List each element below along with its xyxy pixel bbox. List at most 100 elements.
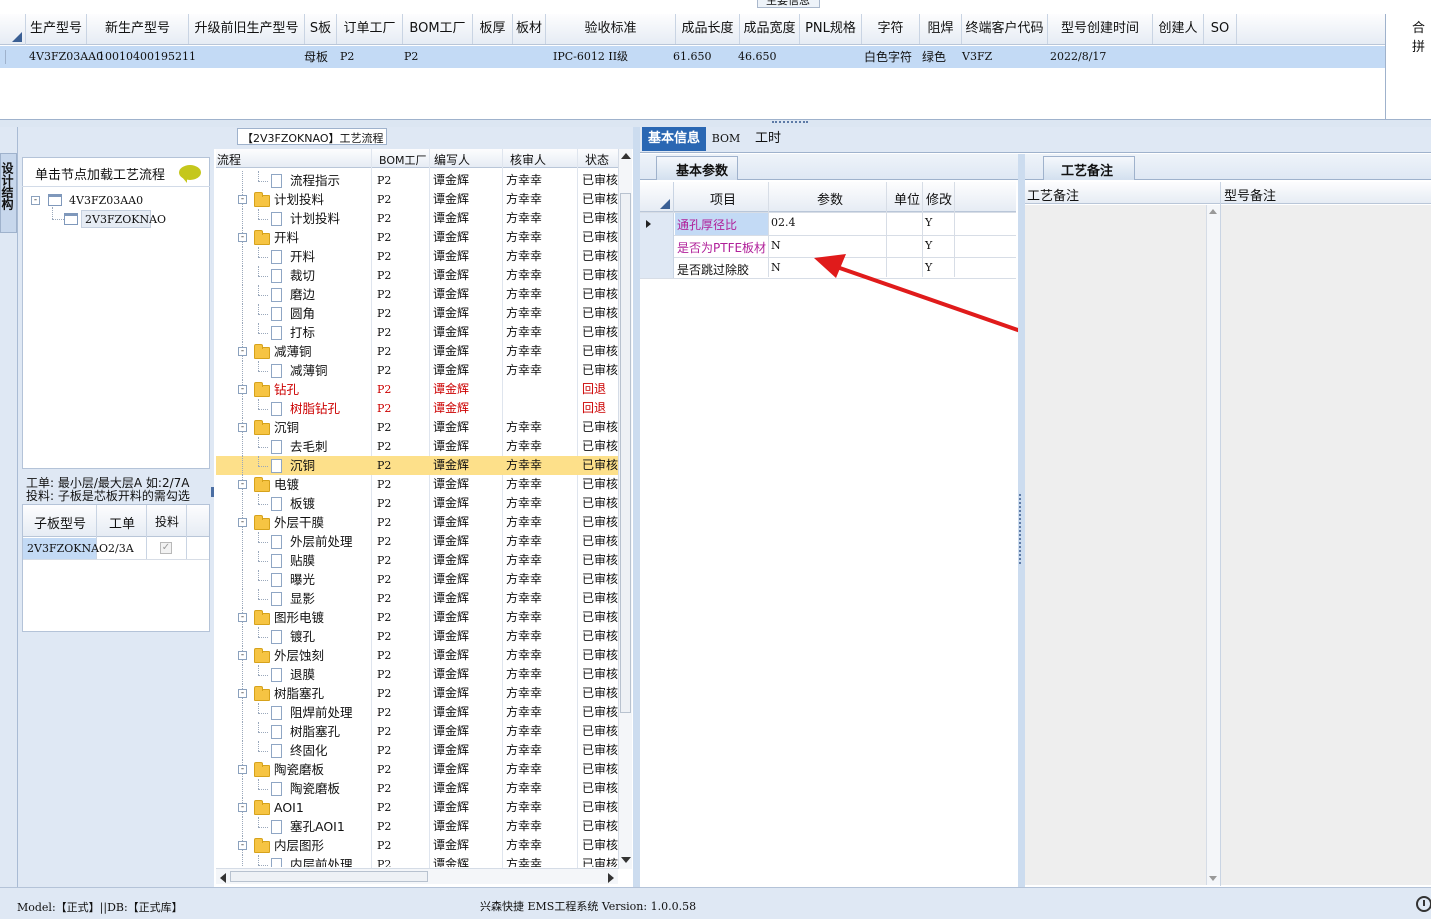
flow-row[interactable]: 退膜 P2 谭金辉 方幸幸 已审核 xyxy=(216,665,618,684)
expand-toggle[interactable]: - xyxy=(238,803,247,812)
param-item-cell[interactable]: 是否为PTFE板材 xyxy=(677,239,766,256)
flow-vertical-scrollbar[interactable] xyxy=(618,149,632,869)
flow-row[interactable]: 计划投料 P2 谭金辉 方幸幸 已审核 xyxy=(216,209,618,228)
expand-toggle[interactable]: - xyxy=(238,841,247,850)
flow-row[interactable]: - 钻孔 P2 谭金辉 回退 xyxy=(216,380,618,399)
top-col-header[interactable]: 成品长度 xyxy=(676,14,740,44)
flow-row[interactable]: - AOI1 P2 谭金辉 方幸幸 已审核 xyxy=(216,798,618,817)
flow-row[interactable]: 裁切 P2 谭金辉 方幸幸 已审核 xyxy=(216,266,618,285)
top-col-header[interactable]: S板 xyxy=(305,14,337,44)
expand-toggle[interactable]: - xyxy=(238,195,247,204)
top-col-header[interactable]: 新生产型号 xyxy=(87,14,189,44)
model-notes-area[interactable] xyxy=(1221,205,1431,885)
top-col-header[interactable]: SO xyxy=(1204,14,1237,44)
expand-toggle[interactable]: - xyxy=(238,689,247,698)
flow-row[interactable]: - 图形电镀 P2 谭金辉 方幸幸 已审核 xyxy=(216,608,618,627)
flow-row[interactable]: 显影 P2 谭金辉 方幸幸 已审核 xyxy=(216,589,618,608)
flow-row[interactable]: 塞孔AOI1 P2 谭金辉 方幸幸 已审核 xyxy=(216,817,618,836)
flow-bom-cell: P2 xyxy=(377,307,392,320)
top-col-header[interactable]: 终端客户代码 xyxy=(962,14,1048,44)
vertical-tab-design[interactable]: 设计结构 xyxy=(0,153,17,233)
flow-row[interactable]: 沉铜 P2 谭金辉 方幸幸 已审核 xyxy=(216,456,618,475)
flow-row[interactable]: 内层前处理 P2 谭金辉 方幸幸 已审核 xyxy=(216,855,618,867)
flow-row[interactable]: - 外层干膜 P2 谭金辉 方幸幸 已审核 xyxy=(216,513,618,532)
flow-row[interactable]: 镀孔 P2 谭金辉 方幸幸 已审核 xyxy=(216,627,618,646)
flow-row[interactable]: 开料 P2 谭金辉 方幸幸 已审核 xyxy=(216,247,618,266)
flow-row[interactable]: 陶瓷磨板 P2 谭金辉 方幸幸 已审核 xyxy=(216,779,618,798)
top-col-header[interactable]: 成品宽度 xyxy=(740,14,800,44)
flow-row[interactable]: - 外层蚀刻 P2 谭金辉 方幸幸 已审核 xyxy=(216,646,618,665)
expand-toggle[interactable]: - xyxy=(238,480,247,489)
flow-row[interactable]: 阻焊前处理 P2 谭金辉 方幸幸 已审核 xyxy=(216,703,618,722)
param-item-cell[interactable]: 是否跳过除胶 xyxy=(677,261,749,278)
top-col-header[interactable]: 创建人 xyxy=(1153,14,1204,44)
flow-row[interactable]: - 陶瓷磨板 P2 谭金辉 方幸幸 已审核 xyxy=(216,760,618,779)
flow-row[interactable]: - 电镀 P2 谭金辉 方幸幸 已审核 xyxy=(216,475,618,494)
subtab-process-notes[interactable]: 工艺备注 xyxy=(1043,156,1135,180)
flow-row[interactable]: - 内层图形 P2 谭金辉 方幸幸 已审核 xyxy=(216,836,618,855)
flow-row[interactable]: - 树脂塞孔 P2 谭金辉 方幸幸 已审核 xyxy=(216,684,618,703)
vertical-splitter-1[interactable] xyxy=(633,127,640,887)
flow-row[interactable]: 外层前处理 P2 谭金辉 方幸幸 已审核 xyxy=(216,532,618,551)
process-notes-area[interactable] xyxy=(1025,205,1206,885)
flow-row[interactable]: 磨边 P2 谭金辉 方幸幸 已审核 xyxy=(216,285,618,304)
top-col-header[interactable]: 型号创建时间 xyxy=(1048,14,1153,44)
top-col-header[interactable]: 阻焊 xyxy=(920,14,962,44)
top-col-header[interactable]: 板材 xyxy=(513,14,546,44)
horizontal-splitter[interactable] xyxy=(0,120,1431,127)
flow-row[interactable]: 去毛刺 P2 谭金辉 方幸幸 已审核 xyxy=(216,437,618,456)
expand-toggle[interactable]: - xyxy=(238,347,247,356)
flow-row[interactable]: 打标 P2 谭金辉 方幸幸 已审核 xyxy=(216,323,618,342)
param-edit-cell[interactable]: Y xyxy=(925,216,932,229)
flow-row[interactable]: 板镀 P2 谭金辉 方幸幸 已审核 xyxy=(216,494,618,513)
expand-toggle[interactable]: - xyxy=(238,613,247,622)
tree-child-selected[interactable]: 2V3FZOKNAO xyxy=(81,210,166,228)
flow-row[interactable]: - 减薄铜 P2 谭金辉 方幸幸 已审核 xyxy=(216,342,618,361)
flow-vscroll-thumb[interactable] xyxy=(620,193,631,713)
top-col-header[interactable]: 验收标准 xyxy=(546,14,676,44)
select-all-corner[interactable] xyxy=(640,182,674,212)
top-col-header[interactable]: 生产型号 xyxy=(26,14,87,44)
subtab-basic-params[interactable]: 基本参数 xyxy=(656,156,738,180)
flow-row[interactable]: 减薄铜 P2 谭金辉 方幸幸 已审核 xyxy=(216,361,618,380)
tab-hours[interactable]: 工时 xyxy=(748,127,788,151)
top-col-header[interactable]: BOM工厂 xyxy=(403,14,473,44)
flow-row[interactable]: - 开料 P2 谭金辉 方幸幸 已审核 xyxy=(216,228,618,247)
clock-icon[interactable] xyxy=(1416,896,1431,912)
select-all-corner[interactable] xyxy=(0,14,26,45)
flow-row[interactable]: 曝光 P2 谭金辉 方幸幸 已审核 xyxy=(216,570,618,589)
flow-row[interactable]: 贴膜 P2 谭金辉 方幸幸 已审核 xyxy=(216,551,618,570)
vertical-splitter-2[interactable] xyxy=(1018,154,1025,887)
process-notes-scrollbar[interactable] xyxy=(1206,205,1220,885)
tree-collapse-toggle[interactable]: - xyxy=(31,196,40,205)
expand-toggle[interactable]: - xyxy=(238,423,247,432)
param-item-cell[interactable]: 通孔厚径比 xyxy=(677,216,737,233)
flow-row[interactable]: 树脂塞孔 P2 谭金辉 方幸幸 已审核 xyxy=(216,722,618,741)
expand-toggle[interactable]: - xyxy=(238,765,247,774)
top-col-header[interactable]: 板厚 xyxy=(473,14,513,44)
tree-root[interactable]: 4V3FZ03AA0 xyxy=(69,194,143,207)
param-value-cell[interactable]: N xyxy=(771,261,781,274)
top-col-header[interactable]: 订单工厂 xyxy=(337,14,403,44)
feed-checkbox[interactable]: ✓ xyxy=(160,542,172,554)
expand-toggle[interactable]: - xyxy=(238,651,247,660)
flow-row[interactable]: 树脂钻孔 P2 谭金辉 回退 xyxy=(216,399,618,418)
top-col-header[interactable]: 字符 xyxy=(862,14,920,44)
expand-toggle[interactable]: - xyxy=(238,233,247,242)
top-col-header[interactable]: 升级前旧生产型号 xyxy=(189,14,305,44)
flow-hscroll-thumb[interactable] xyxy=(230,871,428,882)
tab-bom[interactable]: BOM xyxy=(708,127,744,151)
flow-horizontal-scrollbar[interactable] xyxy=(216,868,618,884)
flow-row[interactable]: 圆角 P2 谭金辉 方幸幸 已审核 xyxy=(216,304,618,323)
expand-toggle[interactable]: - xyxy=(238,385,247,394)
param-value-cell[interactable]: N xyxy=(771,239,781,252)
flow-row[interactable]: - 沉铜 P2 谭金辉 方幸幸 已审核 xyxy=(216,418,618,437)
flow-row[interactable]: 终固化 P2 谭金辉 方幸幸 已审核 xyxy=(216,741,618,760)
flow-reviewer-cell: 方幸幸 xyxy=(506,173,543,187)
top-col-header[interactable]: PNL规格 xyxy=(800,14,862,44)
param-value-cell[interactable]: 02.4 xyxy=(771,216,796,229)
tab-basic-info[interactable]: 基本信息 xyxy=(642,127,706,151)
expand-toggle[interactable]: - xyxy=(238,518,247,527)
flow-row[interactable]: - 计划投料 P2 谭金辉 方幸幸 已审核 xyxy=(216,190,618,209)
flow-row[interactable]: 流程指示 P2 谭金辉 方幸幸 已审核 xyxy=(216,171,618,190)
